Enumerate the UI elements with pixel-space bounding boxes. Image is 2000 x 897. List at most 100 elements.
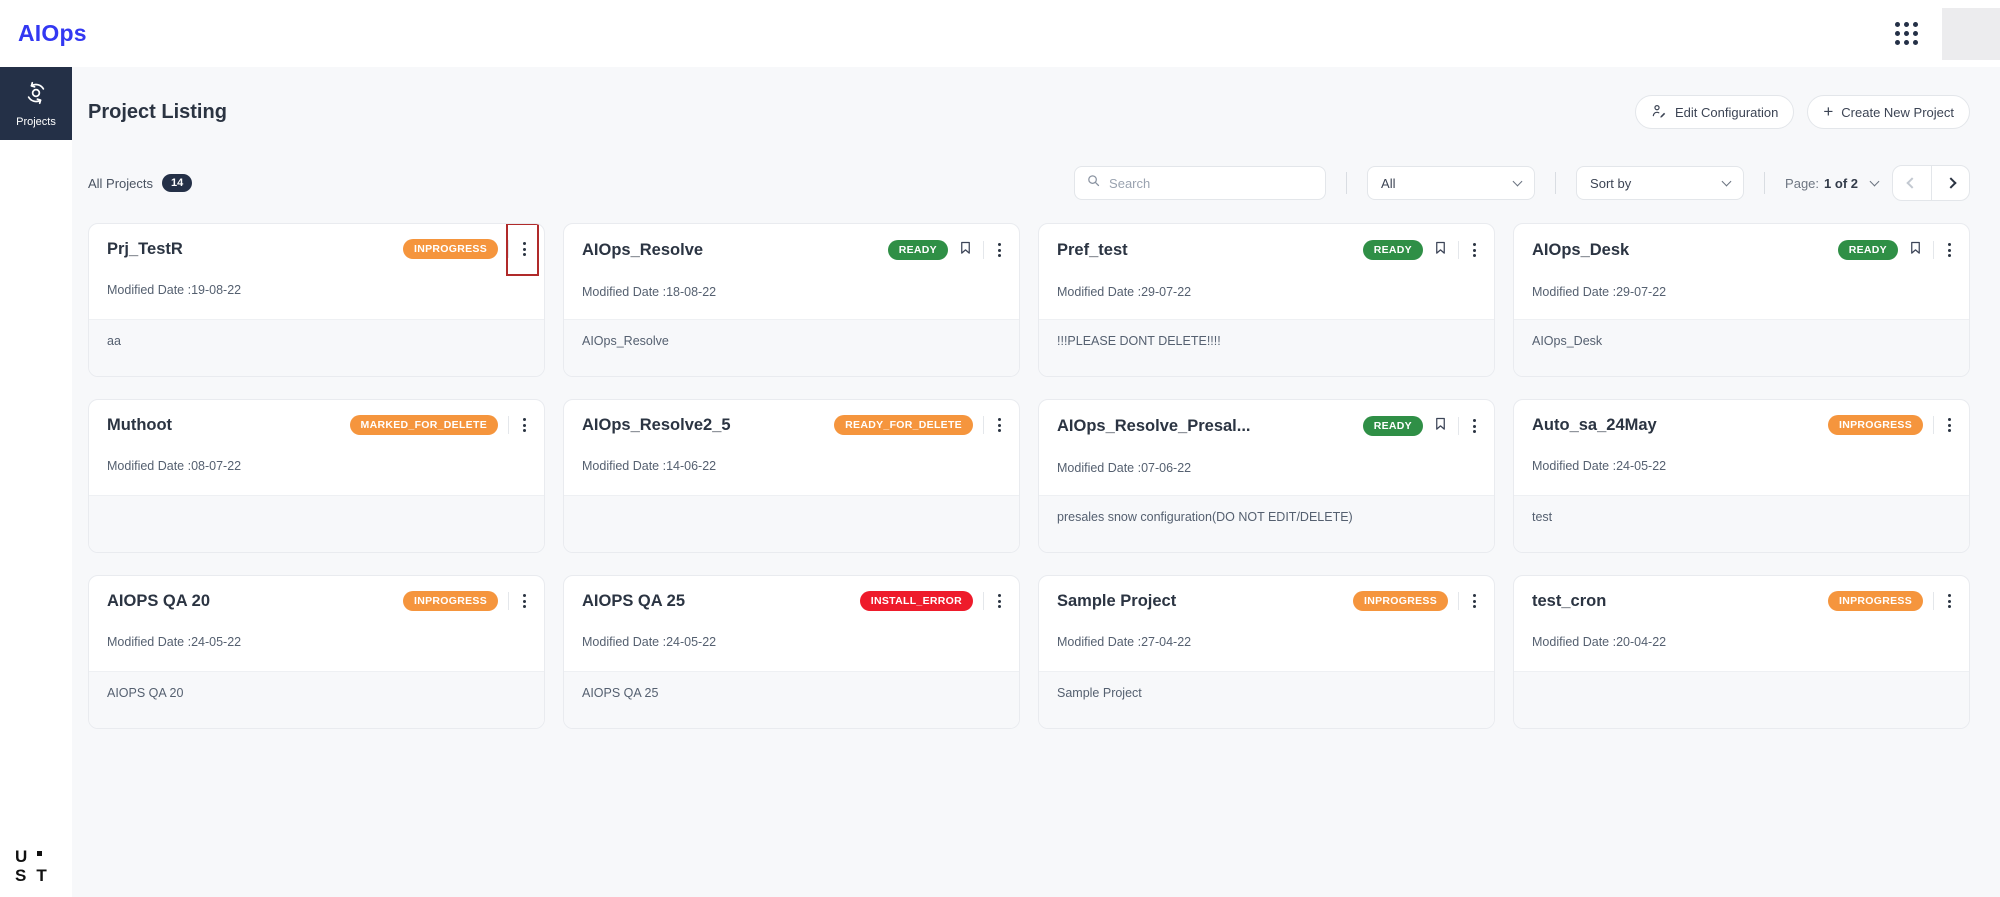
kebab-menu-icon[interactable] bbox=[519, 239, 530, 259]
page-label: Page: bbox=[1785, 175, 1820, 191]
modified-date: Modified Date :24-05-22 bbox=[582, 635, 717, 649]
project-description: test bbox=[1514, 495, 1969, 552]
modified-date: Modified Date :08-07-22 bbox=[107, 459, 242, 473]
next-page-button[interactable] bbox=[1931, 166, 1969, 200]
page-indicator[interactable]: Page: 1 of 2 bbox=[1785, 175, 1880, 191]
divider bbox=[508, 416, 509, 434]
divider bbox=[983, 416, 984, 434]
modified-date: Modified Date :27-04-22 bbox=[1057, 635, 1192, 649]
type-filter-value: All bbox=[1381, 175, 1396, 191]
modified-date: Modified Date :14-06-22 bbox=[582, 459, 717, 473]
project-card[interactable]: test_cron INPROGRESS Modified Date :20-0… bbox=[1513, 575, 1970, 729]
all-projects-tab[interactable]: All Projects 14 bbox=[88, 174, 193, 192]
project-card[interactable]: Pref_test READY Modified Date :29-07-22 … bbox=[1038, 223, 1495, 377]
project-grid: Prj_TestR INPROGRESS Modified Date :19-0… bbox=[88, 223, 1970, 729]
project-card[interactable]: Prj_TestR INPROGRESS Modified Date :19-0… bbox=[88, 223, 545, 377]
kebab-menu-icon[interactable] bbox=[519, 591, 530, 611]
page-title: Project Listing bbox=[88, 100, 227, 123]
divider bbox=[1346, 172, 1348, 194]
modified-date: Modified Date :29-07-22 bbox=[1057, 285, 1192, 299]
page-header: Project Listing Edit Configuration + Cre… bbox=[88, 95, 1970, 129]
kebab-menu-icon[interactable] bbox=[1469, 591, 1480, 611]
divider bbox=[1458, 241, 1459, 259]
edit-user-icon bbox=[1651, 103, 1667, 122]
modified-date: Modified Date :19-08-22 bbox=[107, 283, 242, 297]
project-name: Pref_test bbox=[1057, 240, 1128, 259]
divider bbox=[1764, 172, 1766, 194]
kebab-menu-icon[interactable] bbox=[1469, 416, 1480, 436]
project-card[interactable]: AIOps_Resolve READY Modified Date :18-08… bbox=[563, 223, 1020, 377]
chevron-down-icon bbox=[1512, 176, 1523, 187]
project-name: Sample Project bbox=[1057, 591, 1177, 610]
kebab-menu-icon[interactable] bbox=[519, 415, 530, 435]
modified-date: Modified Date :29-07-22 bbox=[1532, 285, 1667, 299]
sidebar-item-projects[interactable]: Projects bbox=[0, 67, 72, 140]
project-description: !!!PLEASE DONT DELETE!!!! bbox=[1039, 319, 1494, 376]
modified-date: Modified Date :24-05-22 bbox=[107, 635, 242, 649]
project-description: AIOPS QA 20 bbox=[89, 671, 544, 728]
project-name: Auto_sa_24May bbox=[1532, 415, 1657, 434]
project-description bbox=[1514, 671, 1969, 728]
avatar-placeholder[interactable] bbox=[1942, 7, 2000, 60]
modified-date: Modified Date :18-08-22 bbox=[582, 285, 717, 299]
divider bbox=[1933, 416, 1934, 434]
divider bbox=[1458, 417, 1459, 435]
type-filter-dropdown[interactable]: All bbox=[1367, 166, 1536, 200]
project-description: AIOPS QA 25 bbox=[564, 671, 1019, 728]
status-badge: READY bbox=[1362, 416, 1423, 436]
project-description bbox=[89, 495, 544, 552]
bookmark-icon[interactable] bbox=[958, 239, 973, 261]
kebab-menu-icon[interactable] bbox=[994, 415, 1005, 435]
project-card[interactable]: AIOps_Desk READY Modified Date :29-07-22… bbox=[1513, 223, 1970, 377]
project-card[interactable]: AIOPS QA 20 INPROGRESS Modified Date :24… bbox=[88, 575, 545, 729]
search-input[interactable] bbox=[1109, 175, 1315, 191]
status-badge: READY bbox=[1362, 240, 1423, 260]
kebab-menu-icon[interactable] bbox=[1944, 415, 1955, 435]
kebab-menu-icon[interactable] bbox=[1944, 591, 1955, 611]
chevron-down-icon bbox=[1721, 176, 1732, 187]
modified-date: Modified Date :07-06-22 bbox=[1057, 461, 1192, 475]
main-content: Project Listing Edit Configuration + Cre… bbox=[72, 67, 2000, 897]
project-description bbox=[564, 495, 1019, 552]
project-card[interactable]: Sample Project INPROGRESS Modified Date … bbox=[1038, 575, 1495, 729]
kebab-menu-icon[interactable] bbox=[1469, 240, 1480, 260]
project-description: presales snow configuration(DO NOT EDIT/… bbox=[1039, 495, 1494, 552]
create-new-project-button[interactable]: + Create New Project bbox=[1807, 95, 1970, 129]
sort-by-dropdown[interactable]: Sort by bbox=[1576, 166, 1745, 200]
status-badge: INPROGRESS bbox=[402, 591, 498, 611]
project-card[interactable]: Auto_sa_24May INPROGRESS Modified Date :… bbox=[1513, 399, 1970, 553]
kebab-menu-icon[interactable] bbox=[994, 240, 1005, 260]
project-name: Prj_TestR bbox=[107, 239, 183, 258]
previous-page-button[interactable] bbox=[1893, 166, 1931, 200]
app-logo: AIOps bbox=[18, 20, 87, 46]
status-badge: MARKED_FOR_DELETE bbox=[349, 415, 498, 435]
apps-grid-icon[interactable] bbox=[1895, 22, 1918, 45]
divider bbox=[508, 592, 509, 610]
kebab-menu-icon[interactable] bbox=[994, 591, 1005, 611]
bookmark-icon[interactable] bbox=[1433, 239, 1448, 261]
project-card[interactable]: AIOps_Resolve2_5 READY_FOR_DELETE Modifi… bbox=[563, 399, 1020, 553]
plus-icon: + bbox=[1823, 102, 1834, 121]
kebab-menu-icon[interactable] bbox=[1944, 240, 1955, 260]
project-card[interactable]: AIOPS QA 25 INSTALL_ERROR Modified Date … bbox=[563, 575, 1020, 729]
project-name: AIOps_Resolve bbox=[582, 240, 704, 259]
project-card[interactable]: AIOps_Resolve_Presal... READY Modified D… bbox=[1038, 399, 1495, 553]
project-description: AIOps_Desk bbox=[1514, 319, 1969, 376]
status-badge: INSTALL_ERROR bbox=[859, 591, 973, 611]
project-card[interactable]: Muthoot MARKED_FOR_DELETE Modified Date … bbox=[88, 399, 545, 553]
divider bbox=[508, 240, 509, 258]
status-badge: READY bbox=[887, 240, 948, 260]
project-description: AIOps_Resolve bbox=[564, 319, 1019, 376]
divider bbox=[1933, 241, 1934, 259]
sidebar-item-label: Projects bbox=[16, 115, 56, 128]
sort-by-value: Sort by bbox=[1590, 175, 1632, 191]
sidebar: Projects U ST bbox=[0, 67, 72, 897]
edit-configuration-button[interactable]: Edit Configuration bbox=[1635, 95, 1795, 129]
divider bbox=[1458, 592, 1459, 610]
chevron-down-icon bbox=[1869, 176, 1880, 187]
bookmark-icon[interactable] bbox=[1433, 415, 1448, 437]
ust-logo: U ST bbox=[15, 847, 49, 885]
bookmark-icon[interactable] bbox=[1908, 239, 1923, 261]
chevron-left-icon bbox=[1906, 177, 1918, 189]
divider bbox=[1555, 172, 1557, 194]
